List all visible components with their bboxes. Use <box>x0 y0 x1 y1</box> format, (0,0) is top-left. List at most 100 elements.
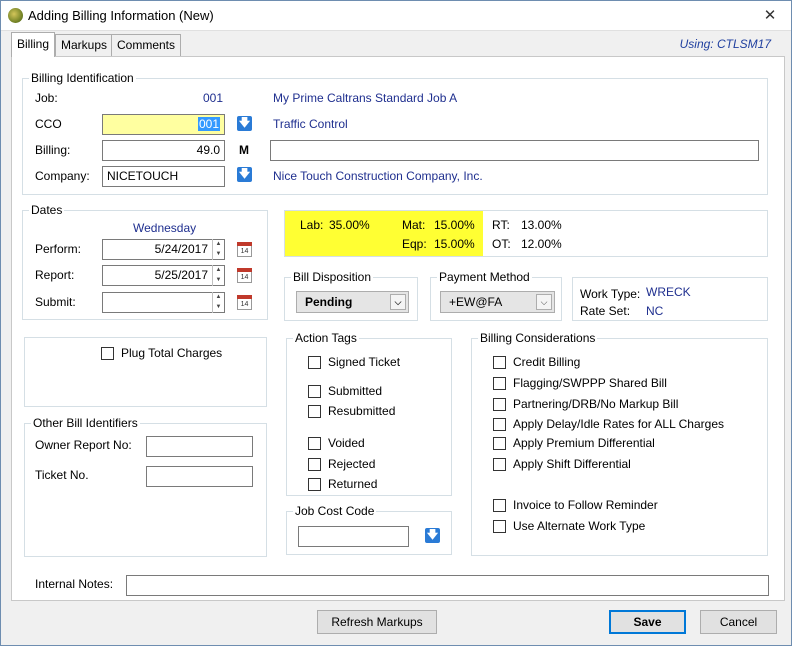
other-bill-identifiers-group: Other Bill Identifiers Owner Report No: … <box>24 416 267 557</box>
ot-label: OT: <box>492 237 511 251</box>
cancel-button[interactable]: Cancel <box>700 610 777 634</box>
spin-icon[interactable]: ▲ ▼ <box>212 239 224 260</box>
partnering-checkbox[interactable] <box>493 398 506 411</box>
ticket-label: Ticket No. <box>35 468 89 482</box>
premium-differential-checkbox[interactable] <box>493 437 506 450</box>
voided-label: Voided <box>328 436 365 450</box>
arrow-down-icon[interactable]: 🡇 <box>237 167 252 182</box>
day-of-week: Wednesday <box>133 221 197 235</box>
payment-method-select[interactable]: +EW@FA ⌵ <box>440 291 555 313</box>
invoice-reminder-label: Invoice to Follow Reminder <box>513 498 658 512</box>
cco-input[interactable]: 001 <box>102 114 225 135</box>
report-label: Report: <box>35 268 75 282</box>
perform-date-input[interactable]: 5/24/2017 <box>102 239 225 260</box>
eqp-value: 15.00% <box>434 237 475 251</box>
group-title: Job Cost Code <box>293 504 377 518</box>
arrow-down-icon[interactable]: 🡇 <box>237 116 252 131</box>
rejected-checkbox[interactable] <box>308 458 321 471</box>
flagging-label: Flagging/SWPPP Shared Bill <box>513 376 667 390</box>
owner-report-input[interactable] <box>146 436 253 457</box>
company-name: Nice Touch Construction Company, Inc. <box>273 169 483 183</box>
group-title: Action Tags <box>293 331 359 345</box>
alternate-work-type-label: Use Alternate Work Type <box>513 519 646 533</box>
payment-method-group: Payment Method +EW@FA ⌵ <box>430 270 562 321</box>
rt-value: 13.00% <box>521 218 562 232</box>
calendar-icon[interactable]: 14 <box>237 242 252 257</box>
shift-differential-checkbox[interactable] <box>493 458 506 471</box>
invoice-reminder-checkbox[interactable] <box>493 499 506 512</box>
submit-date-input[interactable] <box>102 292 225 313</box>
title-bar: Adding Billing Information (New) ✕ <box>1 1 791 31</box>
app-icon <box>8 8 23 23</box>
submitted-checkbox[interactable] <box>308 385 321 398</box>
submitted-label: Submitted <box>328 384 383 398</box>
job-cost-code-input[interactable] <box>298 526 409 547</box>
rt-label: RT: <box>492 218 510 232</box>
internal-notes-input[interactable] <box>126 575 769 596</box>
rates-group: Lab: 35.00% Mat: 15.00% Eqp: 15.00% RT: … <box>284 210 768 257</box>
job-cost-code-group: Job Cost Code 🡇 <box>286 504 452 555</box>
refresh-markups-button[interactable]: Refresh Markups <box>317 610 437 634</box>
mat-label: Mat: <box>402 218 426 232</box>
cco-name: Traffic Control <box>273 117 348 131</box>
bill-disposition-group: Bill Disposition Pending ⌵ <box>284 270 418 321</box>
plug-total-checkbox[interactable] <box>101 347 114 360</box>
cco-label: CCO <box>35 117 62 131</box>
work-type-label: Work Type: <box>580 287 641 301</box>
window-title: Adding Billing Information (New) <box>28 8 214 23</box>
job-label: Job: <box>35 91 58 105</box>
group-title: Payment Method <box>437 270 532 284</box>
rate-set-label: Rate Set: <box>580 304 631 318</box>
report-date-input[interactable]: 5/25/2017 <box>102 265 225 286</box>
group-title: Billing Identification <box>29 71 136 85</box>
group-title: Other Bill Identifiers <box>31 416 140 430</box>
tab-comments[interactable]: Comments <box>111 34 182 56</box>
chevron-down-icon: ⌵ <box>390 294 406 310</box>
close-icon[interactable]: ✕ <box>759 7 781 25</box>
delay-idle-label: Apply Delay/Idle Rates for ALL Charges <box>513 417 725 431</box>
resubmitted-label: Resubmitted <box>328 404 396 418</box>
job-value: 001 <box>203 91 224 105</box>
tab-billing[interactable]: Billing <box>11 32 56 57</box>
returned-checkbox[interactable] <box>308 478 321 491</box>
returned-label: Returned <box>328 477 378 491</box>
job-name: My Prime Caltrans Standard Job A <box>273 91 458 105</box>
credit-billing-label: Credit Billing <box>513 355 581 369</box>
flagging-checkbox[interactable] <box>493 377 506 390</box>
ticket-input[interactable] <box>146 466 253 487</box>
perform-label: Perform: <box>35 242 82 256</box>
spin-icon[interactable]: ▲ ▼ <box>212 265 224 286</box>
credit-billing-checkbox[interactable] <box>493 356 506 369</box>
group-title: Dates <box>29 203 65 217</box>
calendar-icon[interactable]: 14 <box>237 268 252 283</box>
plug-total-label: Plug Total Charges <box>121 346 223 360</box>
tab-markups[interactable]: Markups <box>55 34 114 56</box>
premium-differential-label: Apply Premium Differential <box>513 436 655 450</box>
billing-label: Billing: <box>35 143 71 157</box>
dialog-window: Adding Billing Information (New) ✕ Billi… <box>0 0 792 646</box>
alternate-work-type-checkbox[interactable] <box>493 520 506 533</box>
billing-identification-group: Billing Identification Job: 001 My Prime… <box>22 71 768 195</box>
company-label: Company: <box>35 169 90 183</box>
voided-checkbox[interactable] <box>308 437 321 450</box>
save-button[interactable]: Save <box>609 610 686 634</box>
billing-description-input[interactable] <box>270 140 759 161</box>
internal-notes-label: Internal Notes: <box>35 577 114 591</box>
work-info-group: Work Type: WRECK Rate Set: NC <box>572 277 768 321</box>
signed-ticket-label: Signed Ticket <box>328 355 401 369</box>
chevron-down-icon: ⌵ <box>536 294 552 310</box>
delay-idle-checkbox[interactable] <box>493 418 506 431</box>
rate-set-value: NC <box>646 304 664 318</box>
company-input[interactable]: NICETOUCH <box>102 166 225 187</box>
spin-icon[interactable]: ▲ ▼ <box>212 292 224 313</box>
billing-considerations-group: Billing Considerations Credit Billing Fl… <box>471 331 768 556</box>
billing-input[interactable]: 49.0 <box>102 140 225 161</box>
calendar-icon[interactable]: 14 <box>237 295 252 310</box>
bill-disposition-select[interactable]: Pending ⌵ <box>296 291 409 313</box>
rejected-label: Rejected <box>328 457 376 471</box>
signed-ticket-checkbox[interactable] <box>308 356 321 369</box>
arrow-down-icon[interactable]: 🡇 <box>425 528 440 543</box>
resubmitted-checkbox[interactable] <box>308 405 321 418</box>
owner-report-label: Owner Report No: <box>35 438 132 452</box>
plug-total-group: Plug Total Charges <box>24 337 267 407</box>
